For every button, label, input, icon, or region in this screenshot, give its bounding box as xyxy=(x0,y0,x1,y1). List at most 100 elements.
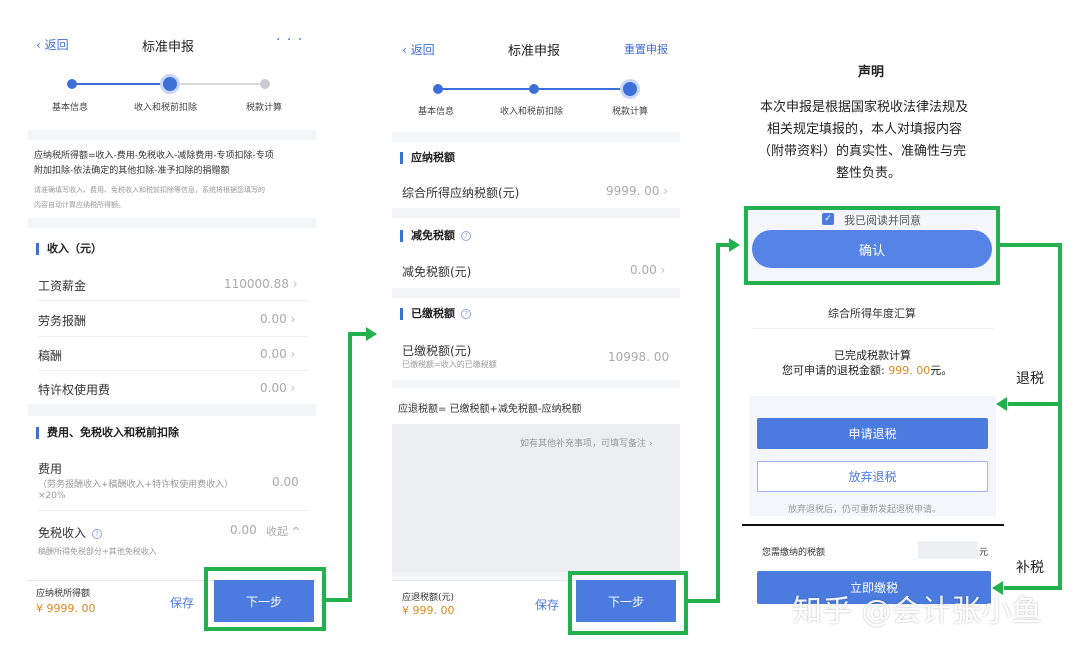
save-button[interactable]: 保存 xyxy=(170,594,194,611)
fee-formula: （劳务报酬收入+稿酬收入+特许权使用费收入） xyxy=(38,480,234,490)
step-dot-2 xyxy=(163,77,177,91)
row-label: 综合所得应纳税额(元) xyxy=(402,186,520,200)
declaration-line-3: （附带资料）的真实性、准确性与完 xyxy=(758,144,967,159)
back-label: 返回 xyxy=(44,38,69,52)
row-label: 特许权使用费 xyxy=(38,383,111,397)
refund-formula: 应退税额= 已缴税额+减免税额-应纳税额 xyxy=(398,404,582,415)
exempt-value: 0.00 xyxy=(230,523,257,537)
annual-title: 综合所得年度汇算 xyxy=(828,307,916,320)
row-label: 劳务报酬 xyxy=(38,314,87,328)
formula-text-2: 附加扣除-依法确定的其他扣除-准予扣除的捐赠额 xyxy=(34,166,230,176)
divider xyxy=(38,370,308,371)
collapse-toggle[interactable]: 收起 ^ xyxy=(266,523,301,539)
paid-value: 10998. 00 xyxy=(608,350,670,364)
bottom-label: 应纳税所得额 xyxy=(36,589,91,599)
chevron-right-icon: › xyxy=(290,347,296,361)
payable-section-head: 应纳税额 xyxy=(400,152,455,164)
fee-label: 费用 xyxy=(38,462,63,476)
help-icon[interactable]: ? xyxy=(92,528,103,539)
arrow-line xyxy=(348,332,352,602)
step-dot-1 xyxy=(433,84,443,94)
formula-text: 应纳税所得额=收入-费用-免税收入-减除费用-专项扣除-专项 xyxy=(34,151,274,161)
arrow-right-icon xyxy=(729,238,740,252)
exempt-formula: 稿酬所得免税部分+其他免税收入 xyxy=(38,547,157,556)
row-value: 9999. 00 › xyxy=(606,184,669,198)
divider xyxy=(752,328,994,329)
pay-amount-field[interactable] xyxy=(918,541,978,559)
chevron-right-icon: › xyxy=(660,263,666,277)
step-line-2 xyxy=(170,83,266,85)
chevron-right-icon: › xyxy=(648,439,653,449)
step-dot-3 xyxy=(623,82,637,96)
step-dot-2 xyxy=(529,84,539,94)
row-value: 0.00 › xyxy=(260,381,296,395)
reset-button[interactable]: 重置申报 xyxy=(624,41,668,57)
refund-annotation: 退税 xyxy=(1016,371,1044,387)
row-label: 稿酬 xyxy=(38,349,63,363)
step-dot-1 xyxy=(67,79,77,89)
help-icon[interactable]: ? xyxy=(461,309,471,319)
chevron-right-icon: › xyxy=(292,277,298,291)
paid-section-head: 已缴税额? xyxy=(400,308,471,320)
step-label-income: 收入和税前扣除 xyxy=(500,107,564,117)
save-button[interactable]: 保存 xyxy=(535,596,559,613)
step-label-tax: 税款计算 xyxy=(612,107,649,117)
arrow-left-icon xyxy=(996,397,1007,411)
declaration-line-1: 本次申报是根据国家税收法律法规及 xyxy=(760,100,969,115)
chevron-right-icon: › xyxy=(290,312,296,326)
chevron-up-icon: ^ xyxy=(291,525,301,538)
highlight-box-next-1 xyxy=(204,567,326,631)
row-value: 0.00 › xyxy=(630,263,666,277)
refund-amount-line: 您可申请的退税金额: 999. 00元。 xyxy=(782,364,953,377)
step-dot-3 xyxy=(260,79,270,89)
step-label-tax: 税款计算 xyxy=(246,103,283,113)
page-title: 标准申报 xyxy=(142,40,195,55)
arrow-line xyxy=(1058,243,1062,589)
page-title: 标准申报 xyxy=(508,44,561,59)
divider xyxy=(38,336,308,337)
screen-income-deductions: ‹ 返回 标准申报 · · · 基本信息 收入和税前扣除 税款计算 应纳税所得额… xyxy=(28,28,316,624)
supplement-annotation: 补税 xyxy=(1016,560,1044,576)
row-value: 110000.88 › xyxy=(224,277,298,291)
paid-label: 已缴税额(元) xyxy=(402,344,472,358)
pay-unit: 元 xyxy=(979,548,989,558)
declaration-title: 声明 xyxy=(858,65,885,80)
highlight-box-confirm xyxy=(744,206,1000,285)
bottom-value: ¥ 9999. 00 xyxy=(36,602,96,615)
row-value: 0.00 › xyxy=(260,347,296,361)
declaration-line-2: 相关规定填报的，本人对填报内容 xyxy=(767,122,963,137)
back-button[interactable]: ‹ 返回 xyxy=(402,41,435,58)
arrow-line xyxy=(348,332,368,336)
hint-text-1: 请准确填写收入、费用、免税收入和税前扣除等信息，系统将根据您填写的 xyxy=(34,186,265,194)
help-icon[interactable]: ? xyxy=(461,231,471,241)
apply-refund-button[interactable]: 申请退税 xyxy=(757,418,988,449)
arrow-line xyxy=(1008,402,1062,406)
divider xyxy=(38,300,308,301)
remark-hint[interactable]: 如有其他补充事项，可填写备注 › xyxy=(520,436,653,449)
paid-formula: 已缴税额=收入的已缴税额 xyxy=(402,360,497,369)
arrow-line xyxy=(716,243,720,603)
arrow-right-icon xyxy=(366,327,377,341)
fee-value: 0.00 xyxy=(272,475,299,489)
arrow-line xyxy=(1004,586,1062,590)
more-icon[interactable]: · · · xyxy=(276,32,303,48)
exempt-label: 免税收入? xyxy=(38,524,103,541)
separator-line xyxy=(742,524,1004,526)
pay-label: 您需缴纳的税额 xyxy=(762,548,826,558)
income-section-head: 收入（元） xyxy=(36,243,102,255)
refund-amount: 999. 00 xyxy=(888,364,931,377)
chevron-right-icon: › xyxy=(290,381,296,395)
back-button[interactable]: ‹ 返回 xyxy=(36,36,69,53)
done-text: 已完成税款计算 xyxy=(834,349,911,362)
relief-section-head: 减免税额? xyxy=(400,230,471,242)
hint-text-2: 内容自动计算应纳税所得额。 xyxy=(34,201,125,209)
chevron-right-icon: › xyxy=(663,184,669,198)
step-label-income: 收入和税前扣除 xyxy=(134,103,198,113)
bottom-label: 应退税额(元) xyxy=(402,593,455,603)
fee-formula-2: ×20% xyxy=(38,491,66,501)
watermark: 知乎 @会计张小鱼 xyxy=(792,594,1042,629)
arrow-left-icon xyxy=(992,581,1003,595)
give-up-refund-button[interactable]: 放弃退税 xyxy=(757,461,988,492)
screen-tax-calculation: ‹ 返回 标准申报 重置申报 基本信息 收入和税前扣除 税款计算 应纳税额 综合… xyxy=(392,34,680,624)
bottom-value: ¥ 999. 00 xyxy=(402,604,455,617)
